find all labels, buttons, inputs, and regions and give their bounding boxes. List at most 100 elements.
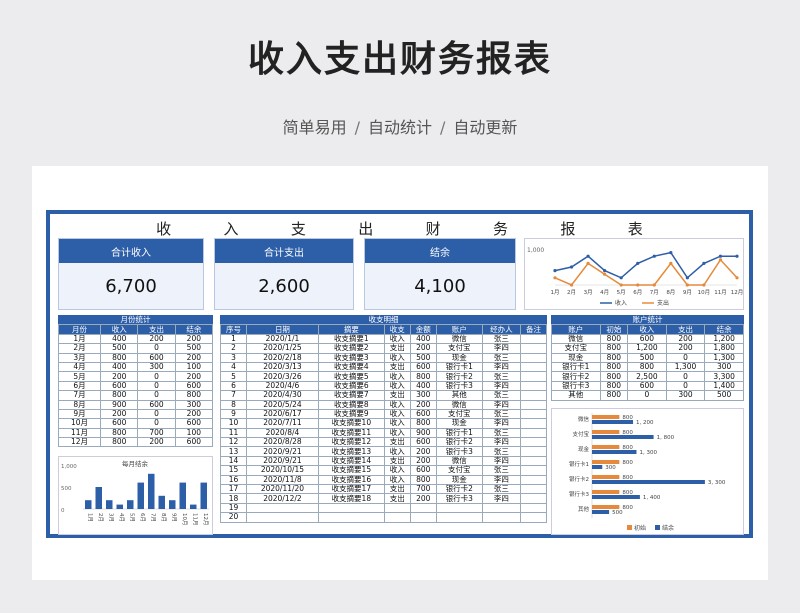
- table-cell[interactable]: [481, 502, 521, 514]
- table-cell[interactable]: [435, 512, 483, 523]
- table-cell[interactable]: [317, 502, 385, 514]
- table-cell[interactable]: 银行卡2: [435, 371, 483, 382]
- table-cell[interactable]: 2020/4/6: [246, 380, 319, 392]
- table-cell[interactable]: [519, 390, 548, 401]
- table-cell[interactable]: [519, 361, 548, 373]
- table-cell[interactable]: 4月: [57, 361, 102, 373]
- table-cell[interactable]: 12: [220, 437, 247, 448]
- table-cell[interactable]: 600: [137, 399, 176, 410]
- table-cell[interactable]: [519, 446, 548, 457]
- table-cell[interactable]: 800: [100, 437, 139, 448]
- table-cell[interactable]: 收入: [383, 465, 411, 476]
- table-cell[interactable]: 微信: [435, 399, 483, 410]
- table-cell[interactable]: 800: [599, 380, 629, 392]
- table-cell[interactable]: 李四: [481, 399, 521, 410]
- table-cell[interactable]: 800: [599, 343, 629, 354]
- table-cell[interactable]: 1,300: [704, 352, 744, 363]
- table-cell[interactable]: 600: [627, 380, 667, 392]
- table-cell[interactable]: 银行卡1: [435, 361, 483, 373]
- table-cell[interactable]: 300: [665, 390, 706, 401]
- table-cell[interactable]: 7月: [57, 390, 102, 401]
- table-cell[interactable]: [519, 399, 548, 410]
- table-cell[interactable]: 200: [174, 352, 214, 363]
- table-cell[interactable]: 400: [409, 333, 437, 345]
- table-cell[interactable]: 0: [665, 371, 706, 382]
- table-cell[interactable]: 3,300: [704, 371, 744, 382]
- table-cell[interactable]: 800: [599, 361, 629, 373]
- table-cell[interactable]: 支出: [383, 493, 411, 504]
- table-cell[interactable]: 11: [220, 427, 247, 439]
- table-cell[interactable]: 200: [665, 343, 706, 354]
- table-cell[interactable]: 2020/3/26: [246, 371, 319, 382]
- table-cell[interactable]: 600: [100, 418, 139, 429]
- table-cell[interactable]: 200: [137, 333, 176, 345]
- table-cell[interactable]: 2月: [57, 343, 102, 354]
- table-cell[interactable]: 100: [174, 361, 214, 373]
- table-cell[interactable]: 2020/9/21: [246, 455, 319, 467]
- table-cell[interactable]: 600: [137, 352, 176, 363]
- table-cell[interactable]: 收支摘要15: [317, 465, 385, 476]
- table-cell[interactable]: 收支摘要10: [317, 418, 385, 429]
- table-cell[interactable]: 李四: [481, 437, 521, 448]
- table-cell[interactable]: 收支摘要12: [317, 437, 385, 448]
- table-cell[interactable]: [519, 352, 548, 363]
- table-cell[interactable]: [519, 380, 548, 392]
- table-cell[interactable]: 支付宝: [435, 343, 483, 354]
- table-cell[interactable]: 200: [409, 455, 437, 467]
- table-cell[interactable]: 张三: [481, 371, 521, 382]
- table-cell[interactable]: 800: [409, 474, 437, 486]
- table-cell[interactable]: 13: [220, 446, 247, 457]
- table-cell[interactable]: 2: [220, 343, 247, 354]
- table-cell[interactable]: 19: [220, 502, 247, 514]
- table-cell[interactable]: 200: [174, 408, 214, 420]
- table-cell[interactable]: 2020/4/30: [246, 390, 319, 401]
- table-cell[interactable]: 支出: [383, 390, 411, 401]
- table-cell[interactable]: [519, 418, 548, 429]
- table-cell[interactable]: 600: [174, 437, 214, 448]
- table-cell[interactable]: 500: [704, 390, 744, 401]
- table-cell[interactable]: [519, 437, 548, 448]
- table-cell[interactable]: [519, 427, 548, 439]
- table-cell[interactable]: 800: [627, 361, 667, 373]
- table-cell[interactable]: 支付宝: [551, 343, 601, 354]
- table-cell[interactable]: 800: [599, 352, 629, 363]
- table-cell[interactable]: 600: [409, 361, 437, 373]
- table-cell[interactable]: 支出: [383, 343, 411, 354]
- table-cell[interactable]: 600: [409, 408, 437, 420]
- table-cell[interactable]: 银行卡2: [435, 484, 483, 495]
- table-cell[interactable]: 2020/12/2: [246, 493, 319, 504]
- table-cell[interactable]: 800: [409, 418, 437, 429]
- table-cell[interactable]: 800: [174, 390, 214, 401]
- table-cell[interactable]: [519, 465, 548, 476]
- table-cell[interactable]: [435, 502, 483, 514]
- table-cell[interactable]: 2020/5/24: [246, 399, 319, 410]
- table-cell[interactable]: [317, 512, 385, 523]
- table-cell[interactable]: [383, 512, 411, 523]
- table-cell[interactable]: 800: [100, 390, 139, 401]
- table-cell[interactable]: 900: [100, 399, 139, 410]
- table-cell[interactable]: 1,200: [627, 343, 667, 354]
- table-cell[interactable]: [519, 343, 548, 354]
- table-cell[interactable]: 300: [174, 399, 214, 410]
- table-cell[interactable]: [519, 371, 548, 382]
- table-cell[interactable]: 1,300: [665, 361, 706, 373]
- table-cell[interactable]: [519, 455, 548, 467]
- table-cell[interactable]: 900: [409, 427, 437, 439]
- table-cell[interactable]: 支出: [383, 484, 411, 495]
- table-cell[interactable]: 张三: [481, 484, 521, 495]
- table-cell[interactable]: 2020/1/25: [246, 343, 319, 354]
- table-cell[interactable]: 收入: [383, 371, 411, 382]
- table-cell[interactable]: 600: [100, 380, 139, 392]
- table-cell[interactable]: 11月: [57, 427, 102, 439]
- table-cell[interactable]: 400: [100, 361, 139, 373]
- table-cell[interactable]: 银行卡3: [435, 446, 483, 457]
- table-cell[interactable]: [409, 512, 437, 523]
- table-cell[interactable]: 300: [137, 361, 176, 373]
- table-cell[interactable]: 收支摘要8: [317, 399, 385, 410]
- table-cell[interactable]: 1,200: [704, 333, 744, 345]
- table-cell[interactable]: [519, 502, 548, 514]
- table-cell[interactable]: 200: [100, 408, 139, 420]
- table-cell[interactable]: 200: [409, 493, 437, 504]
- table-cell[interactable]: [519, 484, 548, 495]
- table-cell[interactable]: 2020/1/1: [246, 333, 319, 345]
